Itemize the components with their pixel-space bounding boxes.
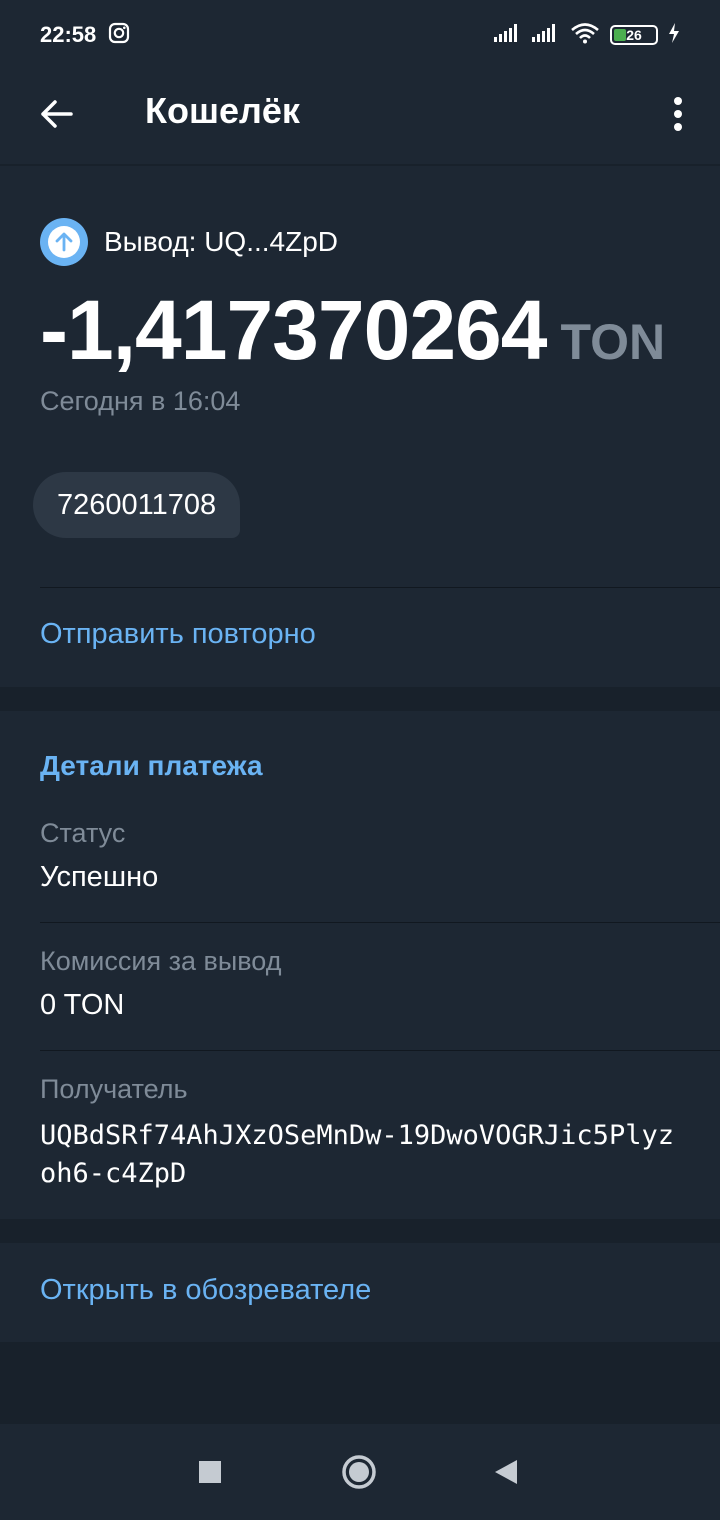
circle-icon — [342, 1455, 376, 1489]
status-label: Статус — [40, 818, 126, 848]
details-title: Детали платежа — [40, 750, 263, 781]
recipient-label: Получатель — [40, 1074, 188, 1104]
battery-icon: 26 — [610, 25, 658, 45]
home-button[interactable] — [329, 1442, 389, 1502]
toolbar: Кошелёк — [0, 70, 720, 166]
amount-value: -1,417370264 — [40, 283, 547, 377]
transaction-date: Сегодня в 16:04 — [40, 386, 241, 416]
square-icon — [199, 1461, 221, 1483]
page-title: Кошелёк — [145, 90, 300, 131]
recents-button[interactable] — [180, 1442, 240, 1502]
section-separator — [0, 1219, 720, 1243]
status-bar: 22:58 26 — [0, 0, 720, 70]
empty-area — [0, 1342, 720, 1424]
transaction-amount: -1,417370264 TON — [40, 282, 665, 379]
status-time: 22:58 — [40, 22, 97, 47]
divider — [40, 922, 720, 923]
back-nav-button[interactable] — [476, 1442, 536, 1502]
open-explorer-button[interactable]: Открыть в обозревателе — [40, 1274, 371, 1307]
instagram-icon — [108, 22, 130, 49]
amount-currency: TON — [560, 314, 666, 370]
navigation-bar — [0, 1424, 720, 1520]
status-value: Успешно — [40, 861, 159, 893]
resend-button[interactable]: Отправить повторно — [40, 618, 316, 651]
back-button[interactable] — [34, 92, 78, 136]
fee-label: Комиссия за вывод — [40, 946, 282, 976]
withdraw-icon — [40, 218, 88, 266]
divider — [40, 1050, 720, 1051]
transaction-comment: 7260011708 — [33, 472, 241, 538]
more-vertical-icon — [674, 97, 682, 131]
signal-icon — [494, 23, 522, 48]
recipient-address[interactable]: UQBdSRf74AhJXzOSeMnDw-19DwoVOGRJic5Plyzo… — [40, 1117, 690, 1193]
transaction-header: Вывод: UQ...4ZpD — [40, 218, 338, 266]
arrow-left-icon — [41, 100, 73, 128]
battery-level: 26 — [626, 27, 642, 43]
fee-value: 0 TON — [40, 989, 125, 1021]
section-separator — [0, 687, 720, 711]
charging-icon — [668, 22, 680, 48]
wifi-icon — [570, 22, 600, 49]
transaction-label: Вывод: UQ...4ZpD — [104, 226, 339, 257]
signal-icon-2 — [532, 23, 560, 48]
more-menu-button[interactable] — [666, 90, 690, 138]
divider — [40, 587, 720, 588]
triangle-back-icon — [495, 1460, 517, 1484]
